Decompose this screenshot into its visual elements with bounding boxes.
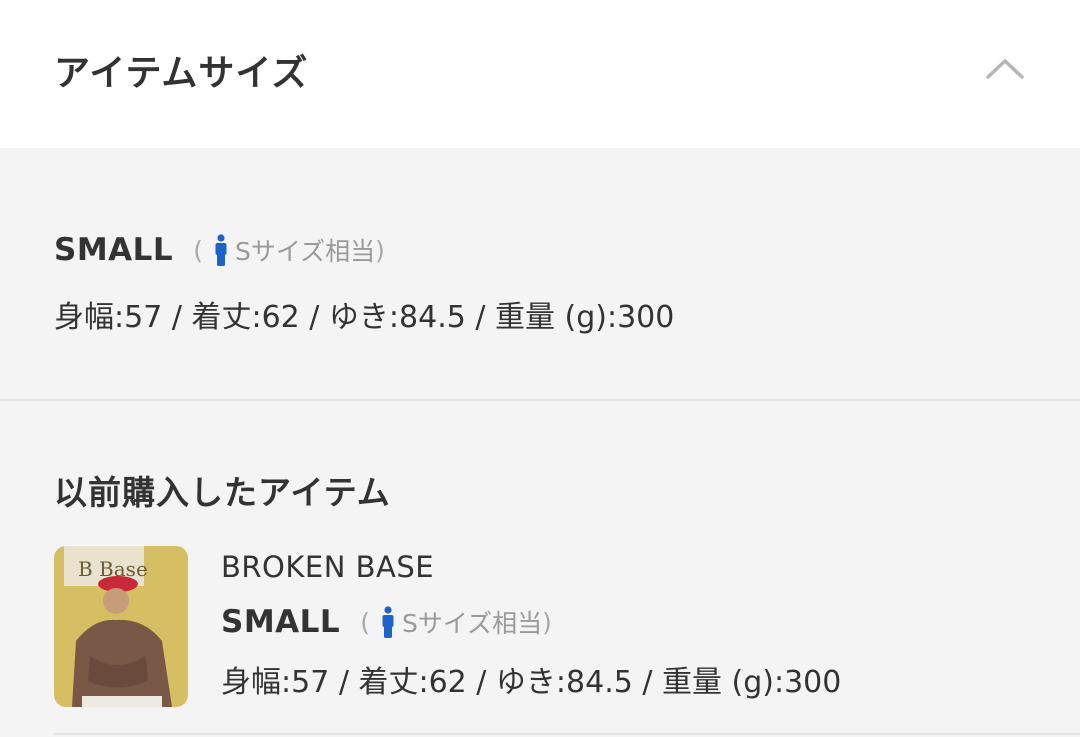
equivalent-open: ( [360, 607, 370, 637]
section-title-previous-purchase: 以前購入したアイテム [54, 473, 391, 512]
previous-size-name: SMALL [221, 604, 341, 640]
equivalent-label: Sサイズ相当 [401, 609, 543, 638]
section-title-item-size: アイテムサイズ [54, 53, 309, 94]
size-header[interactable]: アイテムサイズ [0, 0, 1080, 148]
collapse-button[interactable] [978, 44, 1032, 92]
size-row: SMALL ( Sサイズ相当 ) [54, 232, 385, 268]
equivalent-close: ) [542, 607, 552, 637]
size-measurements: 身幅:57 / 着丈:62 / ゆき:84.5 / 重量 (g):300 [54, 300, 675, 335]
person-icon [382, 606, 394, 638]
chevron-up-icon [986, 59, 1024, 79]
previous-size-measurements: 身幅:57 / 着丈:62 / ゆき:84.5 / 重量 (g):300 [221, 665, 842, 700]
previous-size-row: SMALL ( Sサイズ相当 ) [221, 604, 552, 640]
product-thumbnail[interactable]: B Base [54, 546, 188, 707]
product-brand[interactable]: BROKEN BASE [221, 550, 434, 584]
product-photo: B Base [54, 546, 188, 707]
list-divider [54, 733, 1080, 735]
size-equivalent: ( Sサイズ相当 ) [193, 232, 385, 268]
person-icon [215, 234, 227, 266]
equivalent-open: ( [193, 235, 203, 265]
equivalent-label: Sサイズ相当 [234, 237, 376, 266]
size-detail-section [0, 148, 1080, 399]
size-name: SMALL [54, 232, 174, 268]
divider [0, 399, 1080, 401]
equivalent-close: ) [375, 235, 385, 265]
previous-size-equivalent: ( Sサイズ相当 ) [360, 604, 552, 640]
